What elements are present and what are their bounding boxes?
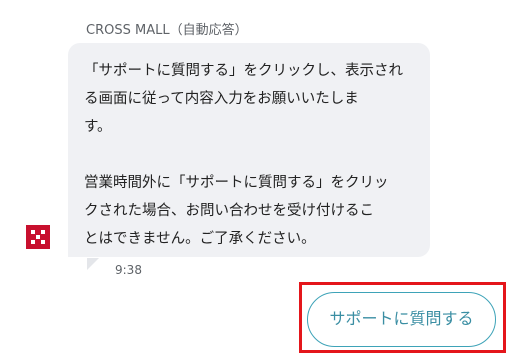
cross-mall-logo-icon xyxy=(26,225,50,249)
message-bubble: 「サポートに質問する」をクリックし、表示され る画面に従って内容入力をお願いいた… xyxy=(68,43,430,257)
sender-name: CROSS MALL（自動応答） xyxy=(86,23,248,38)
message-line: とはできません。ご了承ください。 xyxy=(84,231,316,247)
message-line: 営業時間外に「サポートに質問する」をクリッ xyxy=(84,175,389,191)
message-line: クされた場合、お問い合わせを受け付けるこ xyxy=(84,203,374,219)
message-timestamp: 9:38 xyxy=(115,263,142,277)
cross-mall-logo-icon-graphic xyxy=(26,225,50,249)
message-line xyxy=(84,141,414,169)
message-line: る画面に従って内容入力をお願いいたしま xyxy=(84,91,359,107)
bubble-tail xyxy=(87,258,99,270)
message-line: 「サポートに質問する」をクリックし、表示され xyxy=(84,63,403,79)
ask-support-button[interactable]: サポートに質問する xyxy=(307,292,496,347)
chat-window: CROSS MALL（自動応答） 「サポートに質問する」をクリックし、表示され … xyxy=(0,0,511,357)
message-line: す。 xyxy=(84,119,112,135)
